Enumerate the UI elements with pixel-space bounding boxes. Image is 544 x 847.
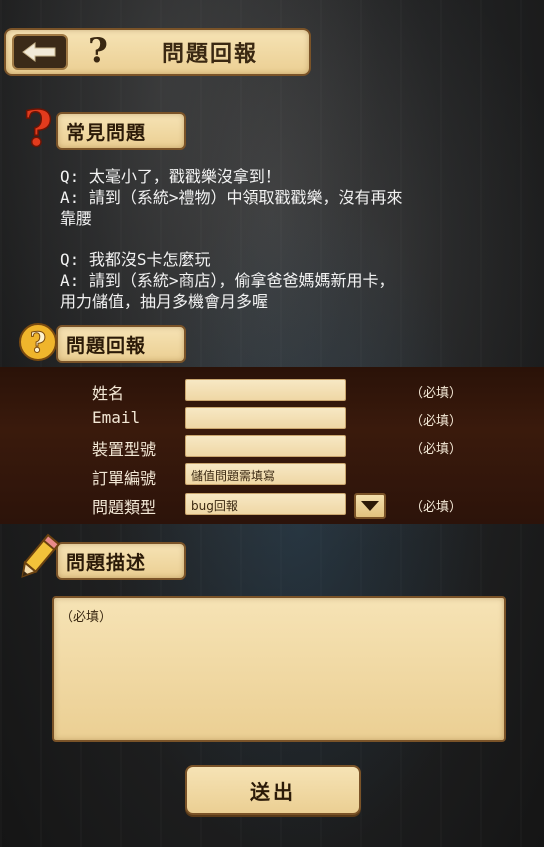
page-title: 問題回報	[161, 42, 258, 67]
name-label: 姓名	[92, 384, 125, 403]
description-placeholder: （必填）	[60, 610, 113, 625]
question-mark-icon: ?	[88, 32, 108, 70]
faq-answer: A: 請到（系統>禮物）中領取戳戳樂，沒有再來	[60, 188, 403, 207]
description-section-title: 問題描述	[66, 551, 147, 574]
device-model-input[interactable]	[185, 435, 346, 457]
red-question-icon: ?	[23, 102, 54, 154]
issue-type-label: 問題類型	[92, 498, 157, 517]
faq-answer-cont: 靠腰	[60, 209, 93, 228]
submit-button[interactable]: 送出	[185, 765, 361, 815]
description-textarea[interactable]	[52, 596, 506, 742]
submit-label: 送出	[250, 779, 296, 804]
device-model-label: 裝置型號	[92, 440, 157, 459]
email-required: （必填）	[410, 414, 463, 429]
name-required: （必填）	[410, 386, 463, 401]
faq-question: Q: 太毫小了，戳戳樂沒拿到！	[60, 167, 281, 186]
name-input[interactable]	[185, 379, 346, 401]
faq-answer-cont: 用力儲值，抽月多機會月多喔	[60, 292, 269, 311]
svg-text:?: ?	[88, 32, 108, 70]
faq-item-2: Q: 我都沒S卡怎麼玩 A: 請到（系統>商店），偷拿爸爸媽媽新用卡， 用力儲值…	[60, 249, 395, 312]
report-section-tag: 問題回報	[56, 325, 186, 363]
gold-question-icon: ?	[19, 323, 57, 361]
order-number-label: 訂單編號	[92, 469, 157, 488]
faq-section-title: 常見問題	[66, 121, 147, 144]
device-model-required: （必填）	[410, 442, 463, 457]
issue-type-required: （必填）	[410, 500, 463, 515]
back-arrow-icon	[22, 42, 56, 62]
dropdown-arrow-icon	[361, 501, 379, 511]
faq-item-1: Q: 太毫小了，戳戳樂沒拿到！ A: 請到（系統>禮物）中領取戳戳樂，沒有再來 …	[60, 166, 403, 229]
faq-section-tag: 常見問題	[56, 112, 186, 150]
svg-text:?: ?	[23, 102, 52, 154]
description-section-tag: 問題描述	[56, 542, 186, 580]
issue-type-select[interactable]: bug回報	[185, 493, 346, 515]
svg-text:?: ?	[30, 326, 46, 359]
email-label: Email	[92, 408, 141, 427]
issue-type-dropdown-button[interactable]	[354, 493, 386, 519]
report-section-title: 問題回報	[66, 334, 147, 357]
pencil-icon	[21, 533, 61, 578]
faq-answer: A: 請到（系統>商店），偷拿爸爸媽媽新用卡，	[60, 271, 395, 290]
faq-question: Q: 我都沒S卡怎麼玩	[60, 250, 211, 269]
back-button[interactable]	[12, 34, 68, 70]
order-number-input[interactable]: 儲值問題需填寫	[185, 463, 346, 485]
email-input[interactable]	[185, 407, 346, 429]
